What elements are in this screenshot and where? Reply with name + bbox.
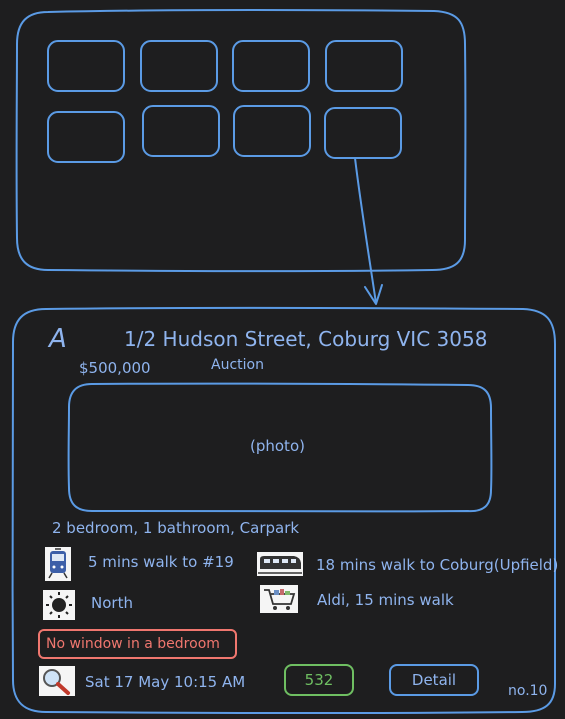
listing-address: 1/2 Hudson Street, Coburg VIC 3058	[124, 327, 488, 351]
magnifier-icon	[39, 666, 75, 696]
grid-cell-3	[232, 40, 310, 92]
grid-cell-7	[233, 105, 311, 157]
grid-cell-5	[47, 111, 125, 163]
train-distance: 18 mins walk to Coburg(Upfield)	[316, 556, 559, 574]
grid-cell-6	[142, 105, 220, 157]
shopping-cart-icon	[260, 585, 298, 613]
tram-icon	[45, 547, 71, 581]
shop-distance: Aldi, 15 mins walk	[317, 591, 454, 609]
detail-button[interactable]: Detail	[390, 665, 478, 695]
grid-cell-1	[47, 40, 125, 92]
listing-number: no.10	[508, 683, 548, 699]
train-icon	[257, 552, 303, 576]
inspection-time: Sat 17 May 10:15 AM	[85, 673, 246, 691]
tram-distance: 5 mins walk to #19	[88, 553, 234, 571]
room-summary: 2 bedroom, 1 bathroom, Carpark	[52, 519, 300, 537]
grid-cell-4	[325, 40, 403, 92]
connector-arrow	[354, 157, 377, 304]
listing-price: $500,000	[79, 359, 151, 377]
grid-panel-frame	[15, 9, 467, 273]
warning-note: No window in a bedroom	[46, 636, 220, 652]
orientation: North	[91, 594, 133, 612]
photo-placeholder: (photo)	[250, 437, 305, 455]
sale-method: Auction	[211, 357, 264, 373]
sun-icon	[43, 590, 75, 620]
listing-letter: A	[49, 324, 67, 354]
score-badge: 532	[304, 671, 334, 689]
grid-cell-8	[324, 107, 402, 159]
grid-cell-2	[140, 40, 218, 92]
